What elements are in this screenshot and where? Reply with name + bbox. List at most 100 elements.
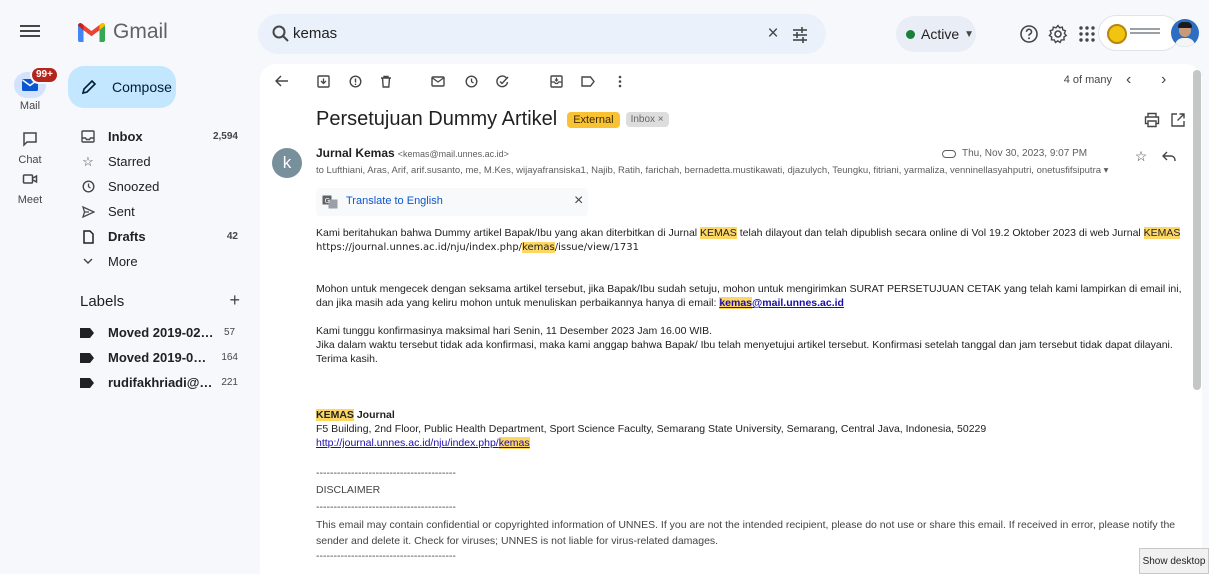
open-in-new-window-icon[interactable] <box>1170 112 1186 128</box>
body-url: /issue/view/1731 <box>554 242 640 253</box>
search-highlight: kemas <box>719 297 753 309</box>
email-subject-row: Persetujuan Dummy Artikel External Inbox… <box>316 108 669 131</box>
university-seal-logo <box>1107 24 1127 44</box>
labels-header: Labels + <box>80 291 246 310</box>
main-menu-icon[interactable] <box>20 22 40 42</box>
older-chevron-icon[interactable]: › <box>1161 71 1166 89</box>
body-text: Jika dalam waktu tersebut tidak ada konf… <box>316 339 1173 351</box>
clear-search-icon[interactable]: × <box>763 24 783 44</box>
print-icon[interactable] <box>1144 112 1160 128</box>
sender-avatar[interactable]: k <box>272 148 302 178</box>
label-item[interactable]: Moved 2019-02-13... 57 <box>68 320 246 345</box>
email-subject: Persetujuan Dummy Artikel <box>316 108 558 130</box>
sidebar-item-inbox[interactable]: Inbox 2,594 <box>68 124 246 149</box>
search-icon[interactable] <box>271 24 291 44</box>
chevron-down-icon <box>80 254 96 270</box>
sidebar-item-count: 2,594 <box>212 131 238 142</box>
report-spam-icon[interactable] <box>347 73 363 89</box>
translate-icon: G <box>322 195 338 209</box>
compose-label: Compose <box>112 79 172 95</box>
search-input[interactable]: kemas <box>293 25 337 42</box>
label-item[interactable]: Moved 2019-02-1... 164 <box>68 345 246 370</box>
body-text: Kami beritahukan bahwa Dummy artikel Bap… <box>316 227 701 239</box>
help-icon[interactable] <box>1019 24 1039 44</box>
email-link[interactable]: kemas@mail.unnes.ac.id <box>719 297 844 309</box>
apps-grid-icon[interactable] <box>1077 24 1097 44</box>
draft-icon <box>80 229 96 245</box>
label-count: 221 <box>221 377 238 388</box>
sidebar-item-sent[interactable]: Sent <box>68 199 246 224</box>
sidebar-item-label: Sent <box>108 204 135 219</box>
back-arrow-icon[interactable] <box>274 73 290 89</box>
attachment-icon <box>942 149 956 158</box>
svg-text:G: G <box>325 197 330 205</box>
gmail-m-icon <box>78 23 105 42</box>
email-date: Thu, Nov 30, 2023, 9:07 PM <box>962 148 1088 159</box>
account-avatar[interactable] <box>1171 19 1199 47</box>
star-icon[interactable]: ☆ <box>1133 148 1149 164</box>
sidebar-item-count: 42 <box>226 231 238 242</box>
gmail-logo[interactable]: Gmail <box>78 20 168 44</box>
rail-label: Chat <box>18 154 42 166</box>
status-label: Active <box>921 26 960 42</box>
sidebar-item-drafts[interactable]: Drafts 42 <box>68 224 246 249</box>
recipients-line[interactable]: to Lufthiani, Aras, Arif, arif.susanto, … <box>316 165 1196 176</box>
sidebar-item-starred[interactable]: ☆ Starred <box>68 149 246 174</box>
label-name: Moved 2019-02-1... <box>108 350 214 365</box>
sidebar-item-snoozed[interactable]: Snoozed <box>68 174 246 199</box>
body-url: https://journal.unnes.ac.id/nju/index.ph… <box>316 242 523 253</box>
reply-icon[interactable] <box>1161 148 1177 164</box>
status-dropdown[interactable]: Active ▼ <box>896 16 976 52</box>
close-icon[interactable]: × <box>574 192 583 210</box>
label-item[interactable]: rudifakhriadi@unl... 221 <box>68 370 246 395</box>
scrollbar[interactable] <box>1192 64 1202 574</box>
search-highlight: kemas <box>498 437 530 449</box>
top-bar: Gmail kemas × Active ▼ <box>0 0 1209 64</box>
snooze-icon[interactable] <box>463 73 479 89</box>
sender-name[interactable]: Jurnal Kemas <box>316 146 395 160</box>
rail-mail[interactable]: 99+ Mail <box>0 66 60 112</box>
search-highlight: kemas <box>522 242 555 253</box>
disclaimer-heading: DISCLAIMER <box>316 484 381 496</box>
label-tag-icon <box>80 327 94 338</box>
add-label-icon[interactable]: + <box>229 291 240 310</box>
delete-icon[interactable] <box>378 73 394 89</box>
journal-link[interactable]: http://journal.unnes.ac.id/nju/index.php… <box>316 437 530 449</box>
label-name: rudifakhriadi@unl... <box>108 375 213 390</box>
email-link-text: @mail.unnes.ac.id <box>752 297 844 309</box>
disclaimer-text: This email may contain confidential or c… <box>316 519 1176 547</box>
mark-unread-icon[interactable] <box>430 73 446 89</box>
settings-gear-icon[interactable] <box>1048 24 1068 44</box>
rail-chat[interactable]: Chat <box>0 126 60 166</box>
archive-icon[interactable] <box>315 73 331 89</box>
newer-chevron-icon[interactable]: ‹ <box>1126 71 1131 89</box>
move-to-icon[interactable] <box>548 73 564 89</box>
label-count: 164 <box>221 352 238 363</box>
inbox-label-chip[interactable]: Inbox × <box>625 112 669 127</box>
sidebar-item-label: Starred <box>108 154 151 169</box>
signature-address: F5 Building, 2nd Floor, Public Health De… <box>316 423 987 435</box>
translate-banner: G Translate to English × <box>316 188 588 216</box>
compose-button[interactable]: Compose <box>68 66 176 108</box>
separator: ---------------------------------------- <box>316 467 456 479</box>
label-icon[interactable] <box>580 73 596 89</box>
chevron-down-icon: ▼ <box>964 28 975 40</box>
sender-line: Jurnal Kemas <kemas@mail.unnes.ac.id> <box>316 146 509 160</box>
rail-label: Meet <box>17 194 43 206</box>
translate-link[interactable]: Translate to English <box>346 195 443 207</box>
scrollbar-thumb[interactable] <box>1193 70 1201 390</box>
labels-list: Moved 2019-02-13... 57 Moved 2019-02-1..… <box>68 320 246 395</box>
separator: ---------------------------------------- <box>316 550 456 562</box>
add-to-tasks-icon[interactable] <box>495 73 511 89</box>
sidebar-item-more[interactable]: More <box>68 249 246 274</box>
more-vert-icon[interactable] <box>612 73 628 89</box>
search-bar[interactable]: kemas × <box>258 14 826 54</box>
organization-badge[interactable] <box>1098 15 1180 51</box>
label-name: Moved 2019-02-13... <box>108 325 216 340</box>
signature: KEMAS Journal F5 Building, 2nd Floor, Pu… <box>316 408 1186 450</box>
rail-meet[interactable]: Meet <box>0 166 60 206</box>
search-options-icon[interactable] <box>790 25 810 45</box>
star-icon: ☆ <box>82 153 94 169</box>
video-icon <box>14 166 46 192</box>
labels-heading: Labels <box>80 293 125 310</box>
